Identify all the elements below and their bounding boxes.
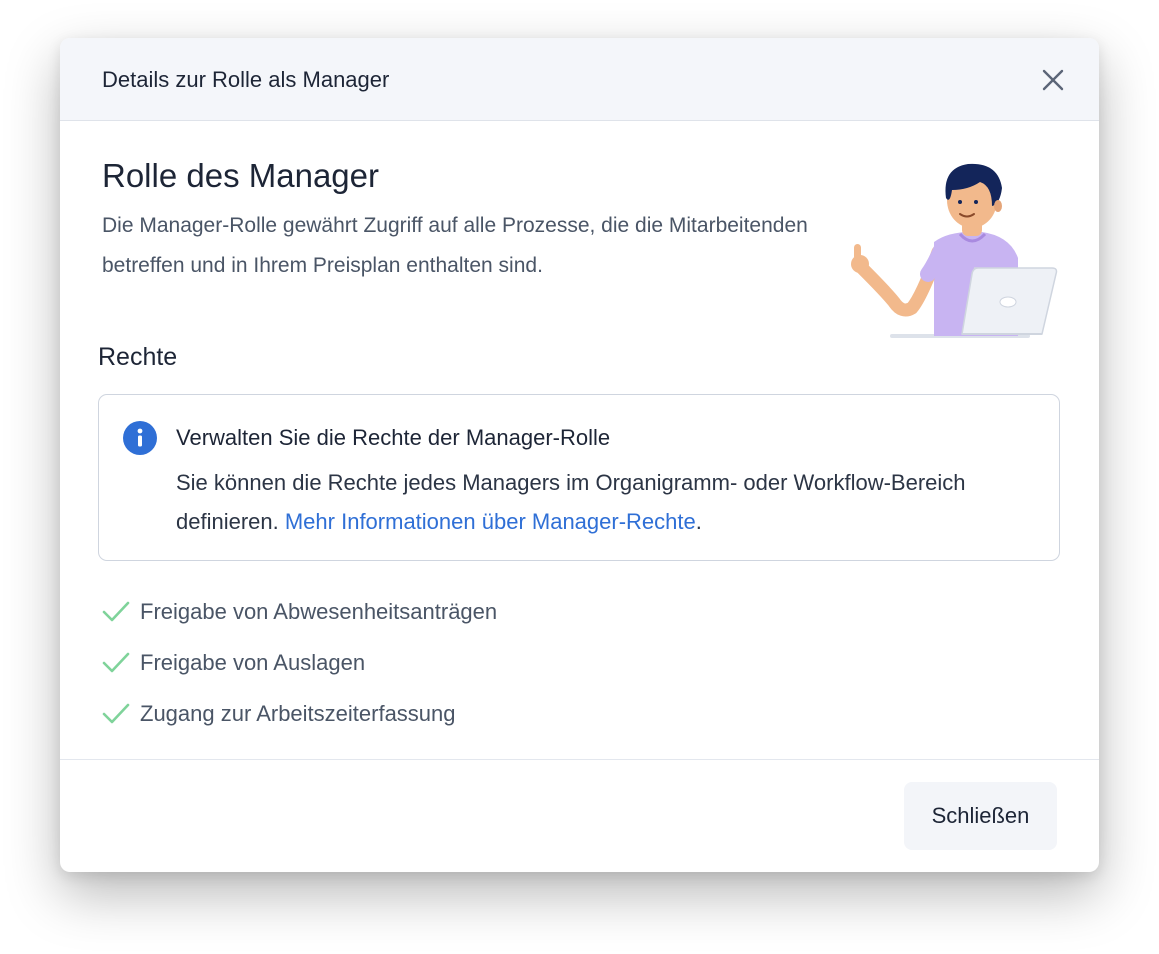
manager-rights-link[interactable]: Mehr Informationen über Manager-Rechte (285, 509, 696, 534)
info-text-suffix: . (695, 509, 702, 534)
role-description: Die Manager-Rolle gewährt Zugriff auf al… (102, 214, 808, 277)
footer-divider (60, 759, 1099, 760)
check-icon (102, 601, 130, 621)
check-icon (102, 703, 130, 723)
modal-header: Details zur Rolle als Manager (60, 38, 1099, 121)
list-item: Freigabe von Abwesenheitsanträgen (102, 586, 497, 637)
info-title: Verwalten Sie die Rechte der Manager-Rol… (176, 425, 611, 450)
rights-list: Freigabe von Abwesenheitsanträgen Freiga… (102, 586, 497, 739)
info-text: Sie können die Rechte jedes Managers im … (176, 463, 1026, 541)
list-item: Zugang zur Arbeitszeiterfassung (102, 688, 497, 739)
right-label: Freigabe von Abwesenheitsanträgen (140, 598, 498, 624)
check-icon (102, 652, 130, 672)
list-item: Freigabe von Auslagen (102, 637, 497, 688)
info-box: Verwalten Sie die Rechte der Manager-Rol… (98, 394, 1060, 561)
rights-heading: Rechte (98, 343, 178, 371)
manager-illustration (842, 156, 1062, 346)
close-button[interactable]: Schließen (904, 782, 1057, 850)
info-icon (123, 421, 157, 455)
right-label: Zugang zur Arbeitszeiterfassung (140, 700, 456, 726)
role-details-modal: Details zur Rolle als Manager Rolle des … (60, 38, 1099, 872)
close-icon[interactable] (1038, 65, 1068, 95)
modal-title: Details zur Rolle als Manager (102, 67, 390, 92)
right-label: Freigabe von Auslagen (140, 649, 366, 675)
role-heading: Rolle des Manager (102, 157, 379, 194)
